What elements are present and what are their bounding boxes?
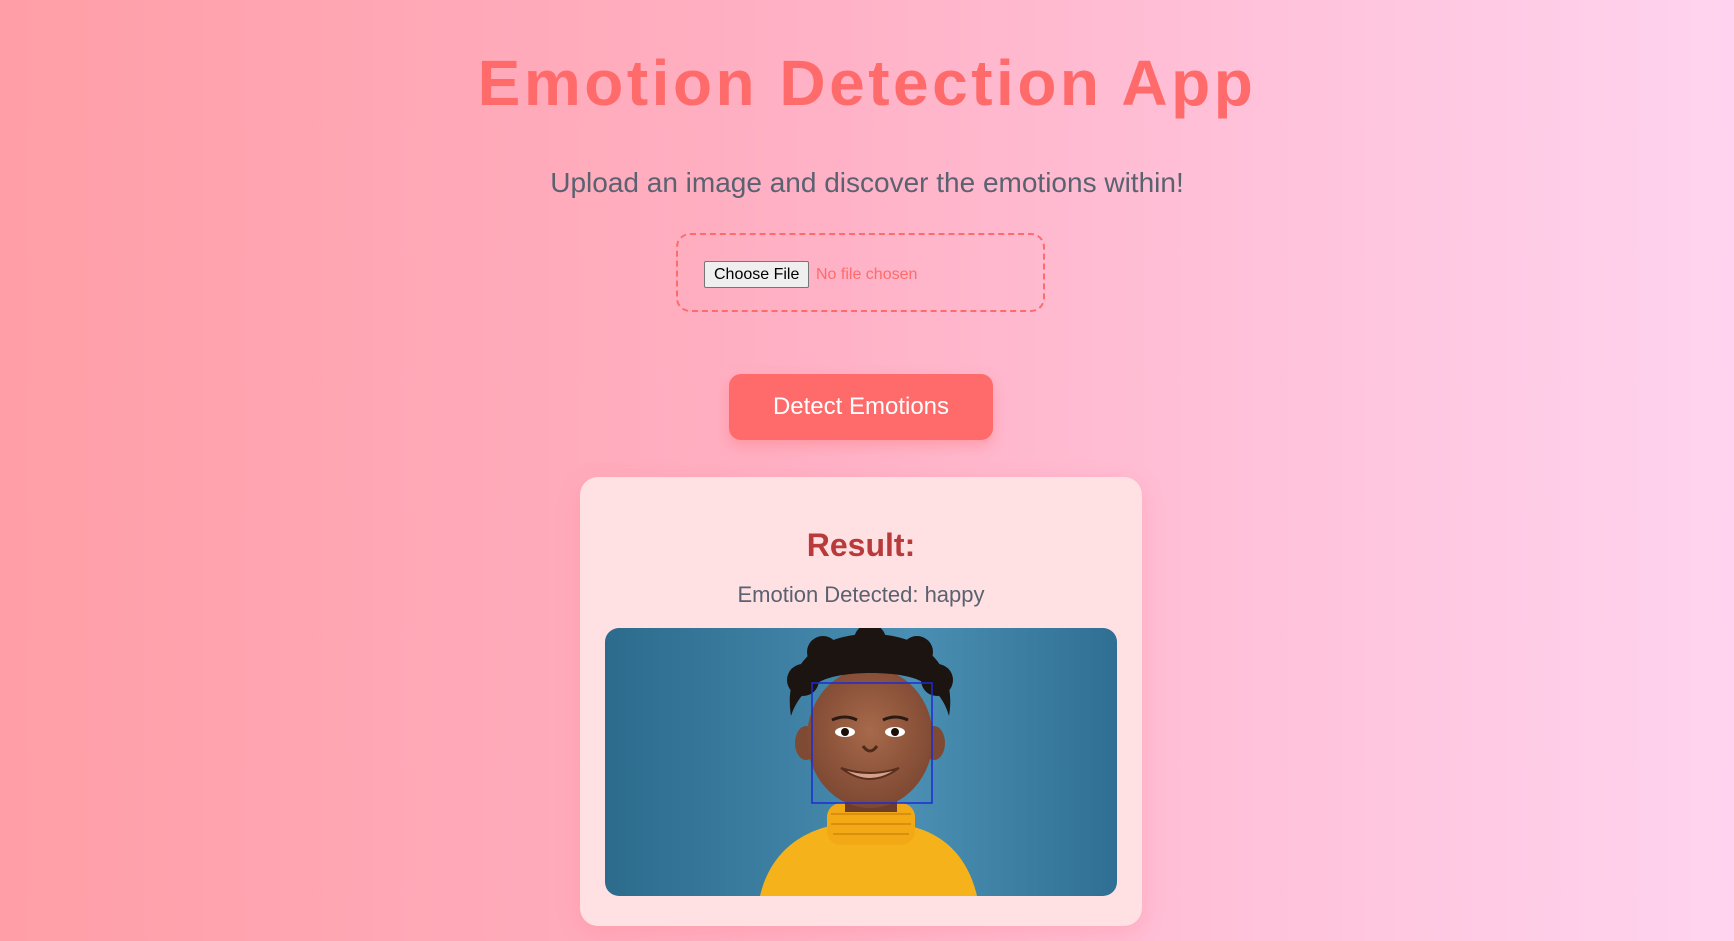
detect-emotions-button[interactable]: Detect Emotions xyxy=(729,374,993,440)
upload-dropzone[interactable]: Choose File No file chosen xyxy=(676,233,1045,312)
result-image xyxy=(605,628,1117,896)
result-heading: Result: xyxy=(806,527,916,563)
choose-file-button[interactable]: Choose File xyxy=(704,261,810,288)
app-root: Emotion Detection App Upload an image an… xyxy=(0,0,1734,941)
app-subtitle: Upload an image and discover the emotion… xyxy=(550,167,1184,198)
app-title: Emotion Detection App xyxy=(477,47,1257,119)
emotion-detected-text: Emotion Detected: happy xyxy=(737,582,985,607)
file-status-label: No file chosen xyxy=(816,266,918,283)
child-portrait-image xyxy=(605,628,1117,896)
result-card: Result: Emotion Detected: happy xyxy=(580,477,1142,926)
